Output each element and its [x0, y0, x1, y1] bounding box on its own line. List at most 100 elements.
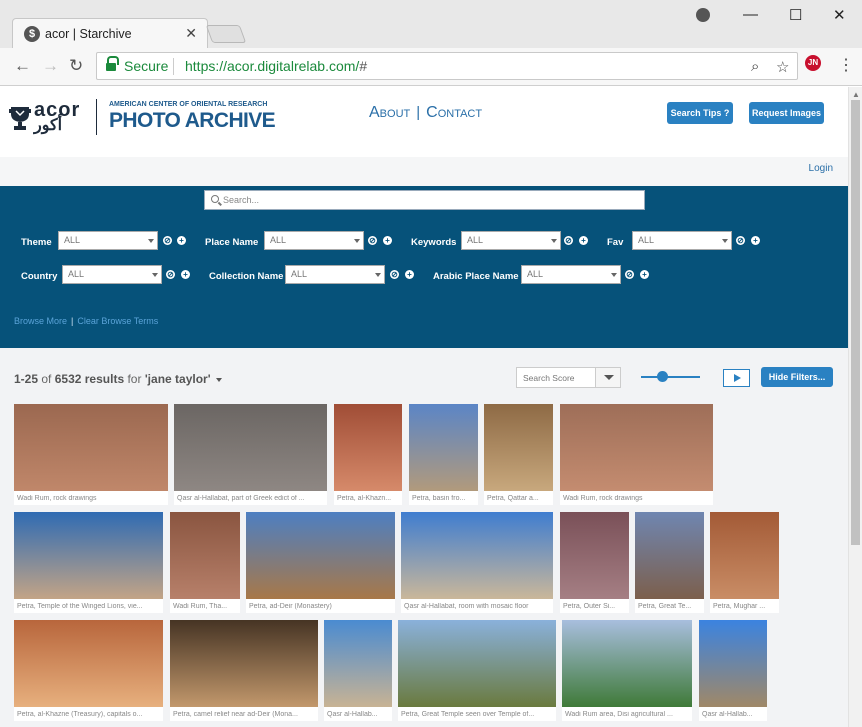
photo-thumbnail[interactable]: Petra, basin fro...: [409, 404, 478, 505]
results-count[interactable]: 1-25 of 6532 results for 'jane taylor': [14, 372, 222, 386]
photo-image[interactable]: [710, 512, 779, 599]
thumbnail-size-slider[interactable]: [641, 376, 700, 378]
photo-thumbnail[interactable]: Petra, Mughar ...: [710, 512, 779, 613]
close-window-icon[interactable]: ✕: [833, 6, 846, 24]
exclude-icon[interactable]: ⊘: [736, 236, 745, 245]
photo-thumbnail[interactable]: Petra, al-Khazne (Treasury), capitals o.…: [14, 620, 163, 721]
photo-image[interactable]: [324, 620, 392, 707]
scroll-thumb[interactable]: [851, 100, 860, 545]
photo-thumbnail[interactable]: Wadi Rum area, Disi agricultural ...: [562, 620, 692, 721]
add-icon[interactable]: +: [383, 236, 392, 245]
place-name-select[interactable]: ALL: [264, 231, 364, 250]
chevron-down-icon: [611, 273, 617, 277]
exclude-icon[interactable]: ⊘: [625, 270, 634, 279]
photo-image[interactable]: [170, 620, 318, 707]
arabic-place-name-select[interactable]: ALL: [521, 265, 621, 284]
maximize-icon[interactable]: ☐: [789, 6, 802, 24]
photo-thumbnail[interactable]: Qasr al-Hallab...: [699, 620, 767, 721]
photo-image[interactable]: [560, 512, 629, 599]
add-icon[interactable]: +: [177, 236, 186, 245]
zoom-icon[interactable]: ⌕: [751, 58, 759, 75]
photo-image[interactable]: [170, 512, 240, 599]
photo-thumbnail[interactable]: Petra, ad-Deir (Monastery): [246, 512, 395, 613]
address-bar[interactable]: Secure https://acor.digitalrelab.com/# ⌕…: [96, 52, 798, 80]
photo-image[interactable]: [409, 404, 478, 491]
slider-handle[interactable]: [656, 371, 668, 382]
photo-thumbnail[interactable]: Petra, Qattar a...: [484, 404, 553, 505]
slideshow-play-button[interactable]: [723, 369, 750, 387]
photo-thumbnail[interactable]: Petra, Great Temple seen over Temple of.…: [398, 620, 556, 721]
browser-menu-icon[interactable]: ⋮: [838, 55, 854, 75]
photo-image[interactable]: [635, 512, 704, 599]
add-icon[interactable]: +: [579, 236, 588, 245]
add-icon[interactable]: +: [751, 236, 760, 245]
photo-image[interactable]: [699, 620, 767, 707]
photo-image[interactable]: [401, 512, 553, 599]
nav-separator: |: [416, 104, 421, 121]
add-icon[interactable]: +: [640, 270, 649, 279]
minimize-icon[interactable]: —: [743, 6, 758, 23]
back-arrow-icon[interactable]: ←: [14, 56, 31, 76]
page-scrollbar[interactable]: ▲: [848, 87, 862, 727]
exclude-icon[interactable]: ⊘: [166, 270, 175, 279]
photo-image[interactable]: [398, 620, 556, 707]
photo-thumbnail[interactable]: Qasr al-Hallabat, room with mosaic floor: [401, 512, 553, 613]
photo-image[interactable]: [174, 404, 327, 491]
browser-toolbar: ← → ↻ Secure https://acor.digitalrelab.c…: [0, 48, 862, 86]
photo-thumbnail[interactable]: Qasr al-Hallab...: [324, 620, 392, 721]
exclude-icon[interactable]: ⊘: [163, 236, 172, 245]
photo-thumbnail[interactable]: Petra, Outer Si...: [560, 512, 629, 613]
arabic-place-name-label: Arabic Place Name: [433, 271, 519, 282]
reload-icon[interactable]: ↻: [69, 56, 83, 76]
exclude-icon[interactable]: ⊘: [564, 236, 573, 245]
scroll-up-icon[interactable]: ▲: [852, 90, 860, 99]
logo-title[interactable]: PHOTO ARCHIVE: [109, 109, 276, 133]
photo-image[interactable]: [14, 404, 168, 491]
add-icon[interactable]: +: [181, 270, 190, 279]
search-input[interactable]: Search...: [204, 190, 645, 210]
browse-more-link[interactable]: Browse More: [14, 316, 67, 326]
close-tab-icon[interactable]: ✕: [185, 25, 197, 42]
photo-image[interactable]: [484, 404, 553, 491]
sort-select[interactable]: Search Score: [516, 367, 621, 388]
clear-browse-terms-link[interactable]: Clear Browse Terms: [77, 316, 158, 326]
photo-thumbnail[interactable]: Qasr al-Hallabat, part of Greek edict of…: [174, 404, 327, 505]
add-icon[interactable]: +: [405, 270, 414, 279]
chevron-down-icon: [354, 239, 360, 243]
photo-image[interactable]: [334, 404, 402, 491]
new-tab-button[interactable]: [205, 25, 247, 43]
nav-contact-link[interactable]: Contact: [426, 104, 482, 121]
login-link[interactable]: Login: [809, 163, 833, 174]
photo-caption: Wadi Rum, rock drawings: [563, 495, 643, 502]
sort-dropdown-button[interactable]: [595, 368, 620, 387]
extension-icon[interactable]: JN: [805, 55, 821, 71]
search-tips-button[interactable]: Search Tips ?: [667, 102, 733, 124]
photo-image[interactable]: [14, 620, 163, 707]
nav-about-link[interactable]: About: [369, 104, 410, 121]
photo-image[interactable]: [562, 620, 692, 707]
keywords-select[interactable]: ALL: [461, 231, 561, 250]
photo-thumbnail[interactable]: Petra, al-Khazn...: [334, 404, 402, 505]
exclude-icon[interactable]: ⊘: [390, 270, 399, 279]
collection-name-select[interactable]: ALL: [285, 265, 385, 284]
profile-icon[interactable]: [696, 8, 710, 22]
photo-thumbnail[interactable]: Petra, Great Te...: [635, 512, 704, 613]
bookmark-star-icon[interactable]: ☆: [776, 58, 789, 76]
photo-thumbnail[interactable]: Wadi Rum, rock drawings: [14, 404, 168, 505]
browser-tab[interactable]: $ acor | Starchive ✕: [12, 18, 208, 49]
theme-select[interactable]: ALL: [58, 231, 158, 250]
photo-thumbnail[interactable]: Petra, Temple of the Winged Lions, vie..…: [14, 512, 163, 613]
request-images-button[interactable]: Request Images: [749, 102, 824, 124]
photo-image[interactable]: [14, 512, 163, 599]
photo-thumbnail[interactable]: Wadi Rum, Tha...: [170, 512, 240, 613]
photo-image[interactable]: [560, 404, 713, 491]
url-domain: https://acor.digitalrelab.com/: [185, 58, 360, 74]
forward-arrow-icon[interactable]: →: [42, 56, 59, 76]
photo-thumbnail[interactable]: Petra, camel relief near ad-Deir (Mona..…: [170, 620, 318, 721]
photo-image[interactable]: [246, 512, 395, 599]
photo-thumbnail[interactable]: Wadi Rum, rock drawings: [560, 404, 713, 505]
fav-select[interactable]: ALL: [632, 231, 732, 250]
country-select[interactable]: ALL: [62, 265, 162, 284]
exclude-icon[interactable]: ⊘: [368, 236, 377, 245]
hide-filters-button[interactable]: Hide Filters...: [761, 367, 833, 387]
